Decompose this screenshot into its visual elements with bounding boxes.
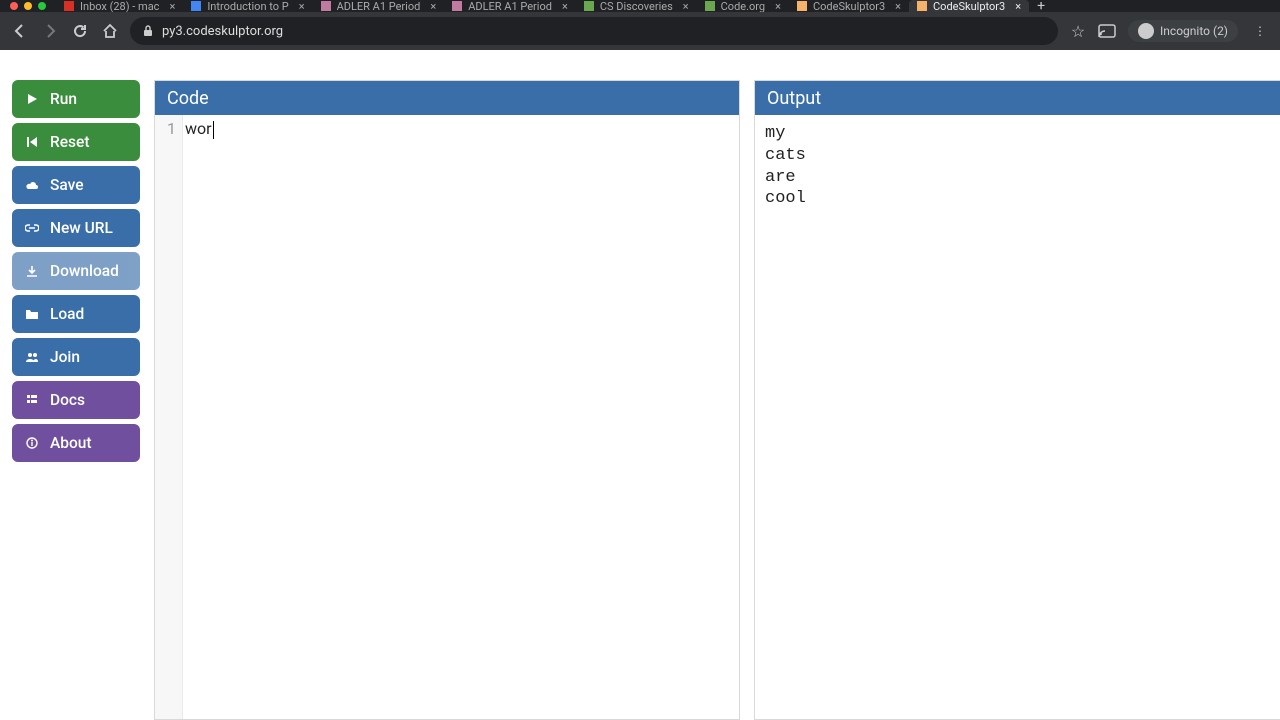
- tab-close-icon[interactable]: ×: [1015, 0, 1021, 12]
- folder-icon: [24, 308, 40, 320]
- tab-favicon: [452, 1, 462, 11]
- tab-close-icon[interactable]: ×: [169, 0, 175, 12]
- cast-icon[interactable]: [1098, 24, 1116, 38]
- tab-close-icon[interactable]: ×: [430, 0, 436, 12]
- browser-tab[interactable]: ADLER A1 Period ×: [313, 0, 445, 12]
- star-icon[interactable]: ☆: [1068, 21, 1088, 41]
- tab-close-icon[interactable]: ×: [562, 0, 568, 12]
- code-line-1: wor: [185, 119, 212, 138]
- line-gutter: 1: [155, 115, 183, 719]
- run-label: Run: [50, 90, 77, 108]
- docs-label: Docs: [50, 391, 85, 409]
- tab-close-icon[interactable]: ×: [775, 0, 781, 12]
- tab-label: CodeSkulptor3: [813, 0, 885, 12]
- close-window-icon[interactable]: [10, 2, 18, 10]
- text-cursor: [213, 121, 214, 139]
- browser-tab[interactable]: Code.org ×: [697, 0, 789, 12]
- code-panel-title: Code: [167, 88, 209, 109]
- output-panel-title: Output: [767, 88, 821, 109]
- line-number: 1: [167, 119, 176, 138]
- tab-favicon: [321, 1, 331, 11]
- new-url-label: New URL: [50, 219, 113, 237]
- window-controls[interactable]: [0, 2, 56, 10]
- tab-close-icon[interactable]: ×: [299, 0, 305, 12]
- tab-close-icon[interactable]: ×: [683, 0, 689, 12]
- lock-icon: [142, 25, 154, 37]
- code-panel-header: Code: [155, 81, 739, 115]
- about-label: About: [50, 434, 92, 452]
- about-button[interactable]: About: [12, 424, 140, 462]
- tab-favicon: [584, 1, 594, 11]
- back-button[interactable]: [10, 21, 30, 41]
- output-panel-body: my cats are cool: [755, 115, 1280, 719]
- tab-favicon: [797, 1, 807, 11]
- users-icon: [24, 351, 40, 363]
- browser-tab[interactable]: CS Discoveries ×: [576, 0, 697, 12]
- maximize-window-icon[interactable]: [38, 2, 46, 10]
- tab-favicon: [191, 1, 201, 11]
- app-content: Run Reset Save New URL Download Load Joi…: [0, 50, 1280, 720]
- incognito-icon: [1138, 23, 1154, 39]
- tab-label: CodeSkulptor3: [933, 0, 1005, 12]
- url-text: py3.codeskulptor.org: [162, 24, 283, 39]
- load-button[interactable]: Load: [12, 295, 140, 333]
- tab-label: Introduction to P: [207, 0, 288, 12]
- code-panel: Code 1 wor: [154, 80, 740, 720]
- tab-label: CS Discoveries: [600, 0, 673, 12]
- reset-label: Reset: [50, 133, 90, 151]
- tab-favicon: [64, 1, 74, 11]
- toolbar-right: Incognito (2) ⋮: [1098, 20, 1270, 42]
- address-bar[interactable]: py3.codeskulptor.org: [130, 17, 1058, 45]
- tab-close-icon[interactable]: ×: [895, 0, 901, 12]
- docs-button[interactable]: Docs: [12, 381, 140, 419]
- cloud-upload-icon: [24, 179, 40, 191]
- download-icon: [24, 265, 40, 277]
- tab-strip: Inbox (28) - mac×Introduction to P×ADLER…: [0, 0, 1280, 12]
- save-button[interactable]: Save: [12, 166, 140, 204]
- play-icon: [24, 93, 40, 105]
- incognito-badge[interactable]: Incognito (2): [1128, 20, 1238, 42]
- browser-chrome: Inbox (28) - mac×Introduction to P×ADLER…: [0, 0, 1280, 50]
- browser-tab[interactable]: Introduction to P ×: [183, 0, 312, 12]
- minimize-window-icon[interactable]: [24, 2, 32, 10]
- output-panel-header: Output: [755, 81, 1280, 115]
- reset-button[interactable]: Reset: [12, 123, 140, 161]
- home-button[interactable]: [100, 21, 120, 41]
- link-icon: [24, 222, 40, 234]
- list-icon: [24, 394, 40, 406]
- browser-tab[interactable]: CodeSkulptor3 ×: [909, 0, 1029, 12]
- download-button[interactable]: Download: [12, 252, 140, 290]
- panels: Code 1 wor Output my cats are cool: [154, 80, 1280, 720]
- tab-favicon: [917, 1, 927, 11]
- incognito-label: Incognito (2): [1160, 24, 1228, 38]
- save-label: Save: [50, 176, 84, 194]
- new-tab-button[interactable]: +: [1029, 0, 1053, 12]
- code-panel-body: 1 wor: [155, 115, 739, 719]
- tab-label: ADLER A1 Period: [468, 0, 552, 12]
- join-button[interactable]: Join: [12, 338, 140, 376]
- tab-favicon: [705, 1, 715, 11]
- info-icon: [24, 437, 40, 449]
- reload-button[interactable]: [70, 21, 90, 41]
- browser-tab[interactable]: ADLER A1 Period ×: [444, 0, 576, 12]
- new-url-button[interactable]: New URL: [12, 209, 140, 247]
- skip-back-icon: [24, 136, 40, 148]
- load-label: Load: [50, 305, 84, 323]
- sidebar: Run Reset Save New URL Download Load Joi…: [12, 80, 140, 720]
- join-label: Join: [50, 348, 80, 366]
- browser-toolbar: py3.codeskulptor.org ☆ Incognito (2) ⋮: [0, 12, 1280, 50]
- tab-label: ADLER A1 Period: [337, 0, 421, 12]
- output-panel: Output my cats are cool: [754, 80, 1280, 720]
- forward-button[interactable]: [40, 21, 60, 41]
- browser-tab[interactable]: Inbox (28) - mac ×: [56, 0, 183, 12]
- download-label: Download: [50, 262, 119, 280]
- run-button[interactable]: Run: [12, 80, 140, 118]
- browser-tab[interactable]: CodeSkulptor3 ×: [789, 0, 909, 12]
- code-editor[interactable]: wor: [183, 115, 739, 719]
- output-text: my cats are cool: [755, 115, 816, 719]
- tab-label: Inbox (28) - mac: [80, 0, 159, 12]
- menu-button[interactable]: ⋮: [1250, 21, 1270, 41]
- tab-label: Code.org: [721, 0, 765, 12]
